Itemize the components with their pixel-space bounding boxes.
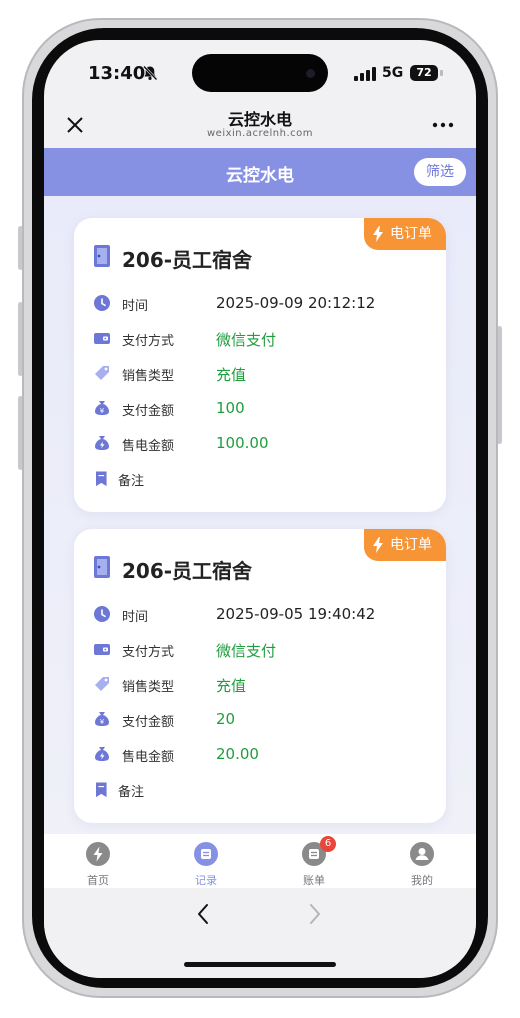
sale-type-row: 销售类型 充值 [94, 362, 434, 386]
room-title: 206-员工宿舍 [122, 248, 253, 272]
filter-button[interactable]: 筛选 [414, 158, 466, 186]
tab-profile-label: 我的 [411, 874, 433, 887]
user-icon [410, 842, 434, 866]
pay-amount-value: 20 [216, 710, 236, 728]
svg-text:¥: ¥ [100, 718, 105, 726]
pay-method-value: 微信支付 [216, 331, 277, 349]
time-label: 时间 [122, 299, 149, 314]
pay-method-label: 支付方式 [122, 645, 175, 660]
notification-badge: 6 [320, 836, 336, 852]
forward-arrow-icon[interactable] [308, 902, 322, 926]
sale-amount-row: 售电金额 100.00 [94, 432, 434, 456]
money-bag-icon [95, 747, 109, 761]
door-icon [94, 245, 110, 267]
lightning-icon [373, 537, 383, 553]
wallet-icon [94, 644, 110, 655]
time-row: 时间 2025-09-05 19:40:42 [94, 603, 434, 627]
sale-type-value: 充值 [216, 366, 247, 384]
sale-amount-row: 售电金额 20.00 [94, 743, 434, 767]
tab-home-label: 首页 [87, 874, 109, 887]
tag-icon [95, 366, 109, 380]
tab-bills-label: 账单 [303, 874, 325, 887]
pay-amount-label: 支付金额 [122, 404, 175, 419]
pay-method-row: 支付方式 微信支付 [94, 638, 434, 662]
wallet-icon [94, 333, 110, 344]
status-time: 13:40 [88, 63, 146, 84]
bookmark-icon [96, 471, 107, 487]
tag-icon [95, 677, 109, 691]
pay-method-value: 微信支付 [216, 642, 277, 660]
tab-records[interactable]: 记录 [176, 842, 236, 888]
bell-muted-icon [143, 65, 158, 81]
pay-amount-value: 100 [216, 399, 245, 417]
money-bag-icon: ¥ [95, 401, 109, 415]
svg-text:¥: ¥ [100, 407, 105, 415]
lightning-icon [86, 842, 110, 866]
order-card[interactable]: 电订单 206-员工宿舍 时间 2025-09-05 19:40:42 支付方式… [74, 529, 446, 823]
page-domain: weixin.acrelnh.com [207, 128, 313, 139]
sale-type-row: 销售类型 充值 [94, 673, 434, 697]
tab-home[interactable]: 首页 [68, 842, 128, 888]
order-type-label: 电订单 [390, 537, 432, 553]
record-icon [194, 842, 218, 866]
tab-bar: 首页 记录 6 账单 我的 [44, 834, 476, 888]
order-type-badge: 电订单 [364, 529, 446, 561]
remark-row: 备注 [94, 778, 434, 802]
money-bag-icon: ¥ [95, 712, 109, 726]
pay-method-label: 支付方式 [122, 334, 175, 349]
screen: 13:40 5G 72 云控水电 weixin.acrelnh.com 云控水电… [44, 40, 476, 978]
time-row: 时间 2025-09-09 20:12:12 [94, 292, 434, 316]
app-header: 云控水电 筛选 [44, 148, 476, 196]
home-indicator [184, 962, 336, 967]
order-list: 电订单 206-员工宿舍 时间 2025-09-09 20:12:12 支付方式… [44, 196, 476, 834]
remark-label: 备注 [118, 474, 145, 489]
more-icon[interactable] [432, 122, 454, 128]
page-title: 云控水电 [227, 110, 292, 129]
back-arrow-icon[interactable] [196, 902, 210, 926]
webview-navbar: 云控水电 weixin.acrelnh.com [44, 102, 476, 148]
sale-type-label: 销售类型 [122, 680, 175, 695]
sale-amount-label: 售电金额 [122, 750, 175, 765]
sale-type-label: 销售类型 [122, 369, 175, 384]
pay-amount-row: ¥ 支付金额 100 [94, 397, 434, 421]
time-label: 时间 [122, 610, 149, 625]
pay-amount-row: ¥ 支付金额 20 [94, 708, 434, 732]
room-title: 206-员工宿舍 [122, 559, 253, 583]
clock-icon [94, 295, 110, 311]
order-card[interactable]: 电订单 206-员工宿舍 时间 2025-09-09 20:12:12 支付方式… [74, 218, 446, 512]
tab-profile[interactable]: 我的 [392, 842, 452, 888]
sale-type-value: 充值 [216, 677, 247, 695]
bookmark-icon [96, 782, 107, 798]
time-value: 2025-09-05 19:40:42 [216, 605, 376, 623]
sale-amount-label: 售电金额 [122, 439, 175, 454]
time-value: 2025-09-09 20:12:12 [216, 294, 376, 312]
clock-icon [94, 606, 110, 622]
status-bar: 13:40 5G 72 [44, 40, 476, 102]
pay-method-row: 支付方式 微信支付 [94, 327, 434, 351]
sale-amount-value: 100.00 [216, 434, 269, 452]
order-type-label: 电订单 [390, 226, 432, 242]
sale-amount-value: 20.00 [216, 745, 259, 763]
remark-row: 备注 [94, 467, 434, 491]
network-type: 5G [382, 65, 404, 81]
lightning-icon [373, 226, 383, 242]
order-type-badge: 电订单 [364, 218, 446, 250]
camera-dot [306, 69, 315, 78]
tab-records-label: 记录 [195, 874, 217, 887]
tab-bills[interactable]: 6 账单 [284, 836, 344, 888]
battery-icon: 72 [410, 65, 438, 81]
signal-icon [354, 67, 376, 81]
money-bag-icon [95, 436, 109, 450]
battery-tip [440, 70, 443, 76]
app-title: 云控水电 [226, 166, 294, 186]
remark-label: 备注 [118, 785, 145, 800]
pay-amount-label: 支付金额 [122, 715, 175, 730]
browser-bottom-bar [44, 888, 476, 978]
door-icon [94, 556, 110, 578]
